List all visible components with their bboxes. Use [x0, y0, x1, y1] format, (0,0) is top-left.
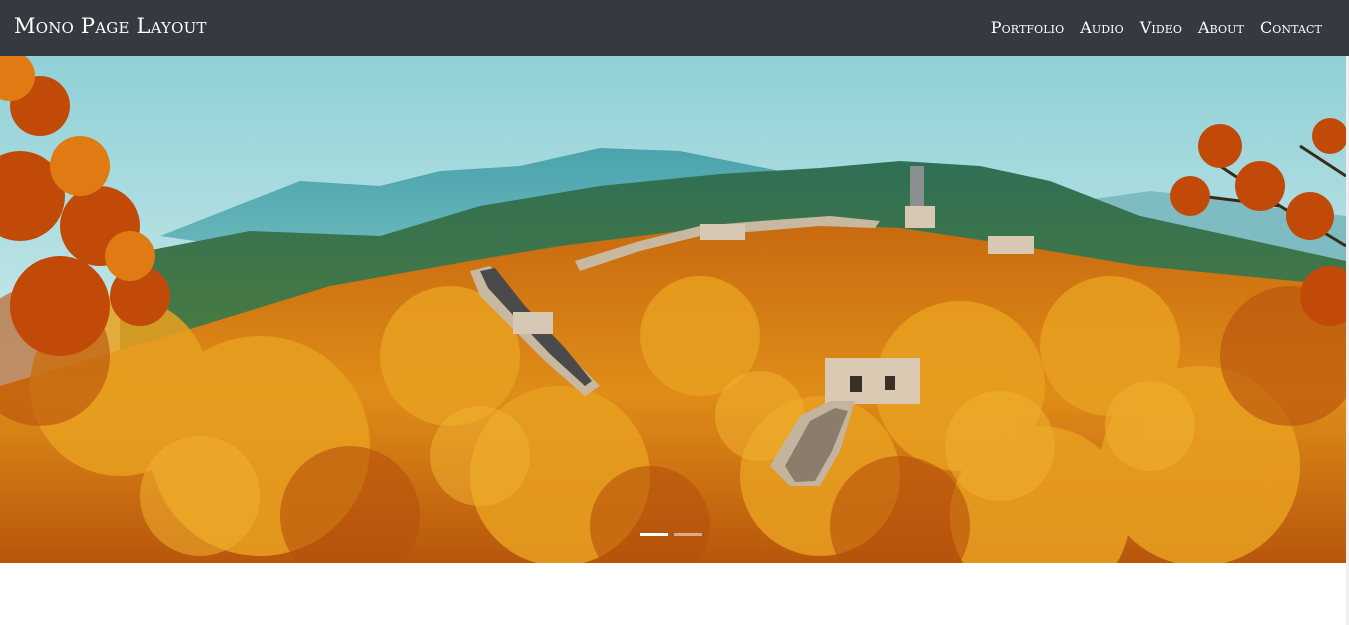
- hero-carousel[interactable]: [0, 56, 1346, 563]
- carousel-indicators: [640, 533, 702, 536]
- navbar: Mono Page Layout Portfolio Audio Video A…: [0, 0, 1349, 56]
- carousel-slide-image: [0, 56, 1346, 563]
- nav-link-video[interactable]: Video: [1140, 18, 1182, 37]
- nav-menu: Portfolio Audio Video About Contact: [991, 18, 1322, 37]
- nav-link-contact[interactable]: Contact: [1260, 18, 1322, 37]
- carousel-indicator-2[interactable]: [674, 533, 702, 536]
- carousel-indicator-1[interactable]: [640, 533, 668, 536]
- brand-link[interactable]: Mono Page Layout: [14, 14, 207, 38]
- nav-link-audio[interactable]: Audio: [1080, 18, 1124, 37]
- nav-link-about[interactable]: About: [1198, 18, 1244, 37]
- nav-link-portfolio[interactable]: Portfolio: [991, 18, 1064, 37]
